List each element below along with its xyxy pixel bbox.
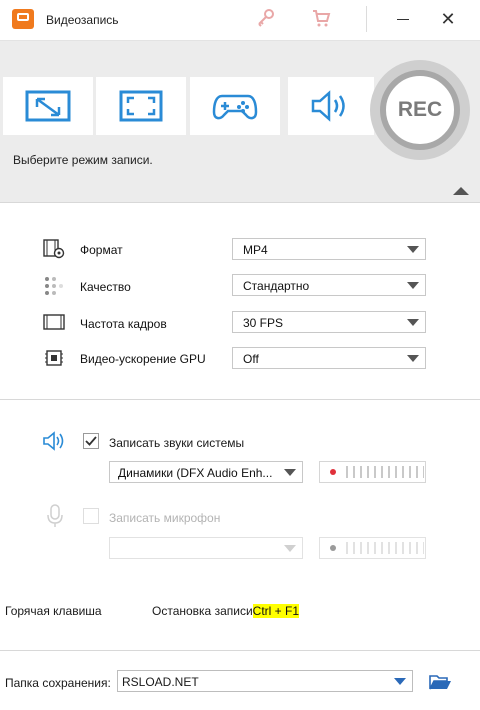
mode-region-button[interactable]	[3, 77, 93, 135]
speaker-icon	[42, 430, 68, 452]
level-bars	[346, 466, 424, 478]
chevron-down-icon	[407, 282, 419, 289]
chevron-down-icon	[394, 678, 406, 685]
mode-fullscreen-button[interactable]	[96, 77, 186, 135]
mode-audio-button[interactable]	[288, 77, 374, 135]
gpu-value: Off	[243, 352, 259, 366]
divider	[0, 399, 480, 400]
quality-dots-icon	[42, 275, 66, 297]
level-bars	[346, 542, 424, 554]
chevron-down-icon	[407, 355, 419, 362]
region-arrow-icon	[25, 90, 71, 122]
format-select[interactable]: MP4	[232, 238, 426, 260]
mode-game-button[interactable]	[190, 77, 280, 135]
microphone-icon	[44, 503, 66, 529]
divider	[0, 202, 480, 203]
gpu-select[interactable]: Off	[232, 347, 426, 369]
close-icon: ✕	[440, 8, 456, 29]
system-audio-level-meter	[319, 461, 426, 483]
level-dot	[330, 545, 336, 551]
system-audio-label: Записать звуки системы	[109, 436, 245, 450]
close-button[interactable]: ✕	[434, 6, 462, 32]
framerate-select[interactable]: 30 FPS	[232, 311, 426, 333]
film-gear-icon	[42, 238, 66, 260]
mic-label: Записать микрофон	[109, 511, 221, 525]
rec-label: REC	[380, 70, 460, 150]
minimize-button[interactable]	[389, 6, 417, 32]
quality-value: Стандартно	[243, 279, 310, 293]
chevron-down-icon	[284, 545, 296, 552]
hotkey-action: Остановка записи	[152, 604, 253, 618]
titlebar-separator	[366, 6, 367, 32]
chevron-down-icon	[407, 246, 419, 253]
hotkey-keys[interactable]: Ctrl + F1	[252, 604, 299, 618]
app-icon	[12, 9, 34, 29]
format-value: MP4	[243, 243, 268, 257]
fullscreen-icon	[119, 90, 163, 122]
format-label: Формат	[80, 243, 123, 257]
gamepad-icon	[212, 94, 258, 120]
chevron-down-icon	[407, 319, 419, 326]
system-audio-device-select[interactable]: Динамики (DFX Audio Enh...	[109, 461, 303, 483]
divider	[0, 650, 480, 651]
save-folder-label: Папка сохранения:	[5, 676, 111, 690]
framerate-value: 30 FPS	[243, 316, 284, 330]
mic-level-meter	[319, 537, 426, 559]
mic-checkbox[interactable]	[83, 508, 99, 524]
film-strip-icon	[42, 311, 66, 333]
hotkey-label: Горячая клавиша	[5, 604, 102, 618]
gpu-label: Видео-ускорение GPU	[80, 352, 206, 366]
quality-select[interactable]: Стандартно	[232, 274, 426, 296]
system-audio-device: Динамики (DFX Audio Enh...	[118, 466, 273, 480]
save-folder-select[interactable]: RSLOAD.NET	[117, 670, 413, 692]
open-folder-button[interactable]	[427, 672, 453, 692]
mode-hint: Выберите режим записи.	[13, 153, 153, 167]
speaker-icon	[311, 90, 345, 122]
level-dot	[330, 469, 336, 475]
framerate-label: Частота кадров	[80, 317, 167, 331]
window-title: Видеозапись	[46, 13, 119, 27]
system-audio-checkbox[interactable]	[83, 433, 99, 449]
checkmark-icon	[85, 436, 97, 446]
save-folder-value: RSLOAD.NET	[122, 675, 199, 689]
key-icon[interactable]	[254, 6, 278, 30]
chip-icon	[42, 347, 66, 369]
quality-label: Качество	[80, 280, 131, 294]
collapse-arrow-icon[interactable]	[453, 187, 469, 195]
rec-button[interactable]: REC	[370, 60, 470, 160]
cart-icon[interactable]	[309, 6, 333, 30]
minimize-icon	[397, 18, 409, 20]
folder-open-icon	[429, 675, 451, 690]
chevron-down-icon	[284, 469, 296, 476]
hotkey-row: Остановка записиCtrl + F1	[152, 604, 299, 618]
mic-device-select[interactable]	[109, 537, 303, 559]
